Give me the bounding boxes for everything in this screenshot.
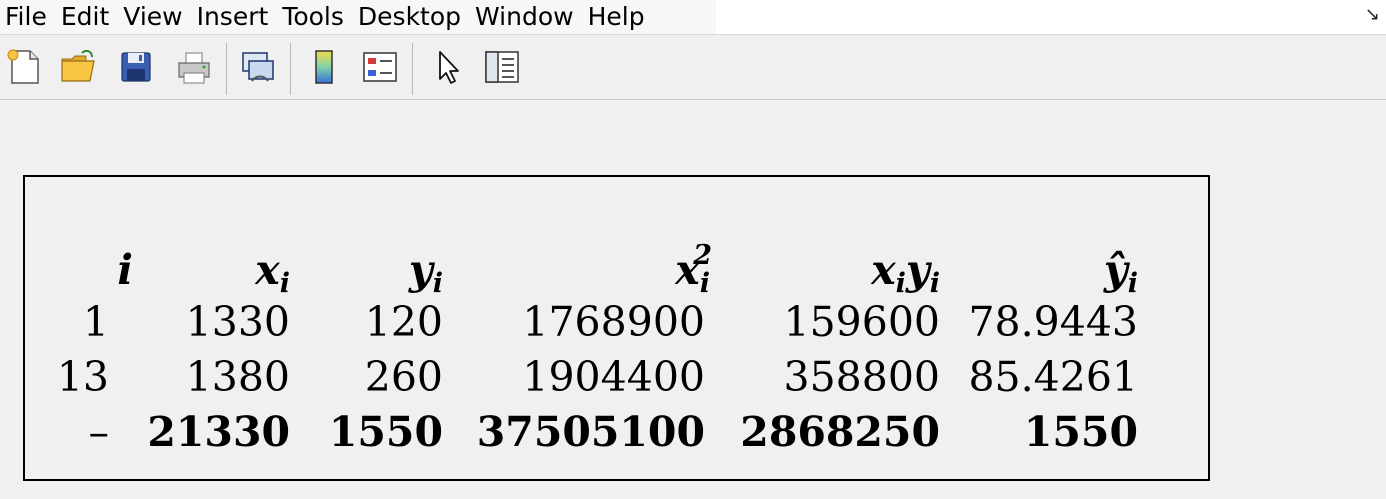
figure-toolbar <box>0 35 1386 100</box>
table-cell: 1380 <box>185 353 290 401</box>
table-cell: 358800 <box>783 353 940 401</box>
open-file-icon[interactable] <box>56 45 100 89</box>
menu-insert[interactable]: Insert <box>192 0 278 34</box>
total-yhat: 1550 <box>1023 408 1138 456</box>
menu-tools[interactable]: Tools <box>277 0 353 34</box>
menu-file[interactable]: File <box>0 0 56 34</box>
regression-table: i xi yi xi 2 xiyi ŷi 1 1330 120 1768900 1… <box>23 175 1210 481</box>
header-xiyi: xiyi <box>871 246 940 299</box>
print-icon[interactable] <box>172 45 216 89</box>
link-plot-icon[interactable] <box>236 45 280 89</box>
table-cell: 159600 <box>783 298 940 346</box>
toolbar-separator <box>226 43 227 95</box>
legend-icon[interactable] <box>358 45 402 89</box>
dock-arrow-icon[interactable]: ↘ <box>1365 4 1380 25</box>
edit-plot-arrow-icon[interactable] <box>426 45 470 89</box>
header-i: i <box>117 246 133 294</box>
table-cell: 1904400 <box>522 353 705 401</box>
table-cell: 120 <box>364 298 443 346</box>
total-yi: 1550 <box>328 408 443 456</box>
menu-edit[interactable]: Edit <box>56 0 118 34</box>
property-inspector-icon[interactable] <box>480 45 524 89</box>
colorbar-icon[interactable] <box>302 45 346 89</box>
table-cell: 260 <box>364 353 443 401</box>
table-cell: 85.4261 <box>968 353 1138 401</box>
toolbar-separator <box>290 43 291 95</box>
menu-desktop[interactable]: Desktop <box>353 0 470 34</box>
save-icon[interactable] <box>114 45 158 89</box>
total-xiyi: 2868250 <box>740 408 940 456</box>
table-cell: 1768900 <box>522 298 705 346</box>
table-cell: 1330 <box>185 298 290 346</box>
menu-window[interactable]: Window <box>470 0 583 34</box>
menu-bar: File Edit View Insert Tools Desktop Wind… <box>0 0 1386 35</box>
header-xi-squared: xi 2 <box>675 240 712 299</box>
menu-view[interactable]: View <box>118 0 191 34</box>
menu-help[interactable]: Help <box>583 0 654 34</box>
header-yhat: ŷi <box>1103 246 1138 299</box>
new-figure-icon[interactable] <box>2 45 46 89</box>
header-yi: yi <box>408 246 443 299</box>
total-label: – <box>88 408 110 456</box>
total-xi-squared: 37505100 <box>476 408 705 456</box>
total-xi: 21330 <box>147 408 290 456</box>
toolbar-separator <box>412 43 413 95</box>
table-cell: 13 <box>56 353 109 401</box>
header-xi: xi <box>255 246 290 299</box>
table-cell: 78.9443 <box>968 298 1138 346</box>
table-cell: 1 <box>82 298 109 346</box>
